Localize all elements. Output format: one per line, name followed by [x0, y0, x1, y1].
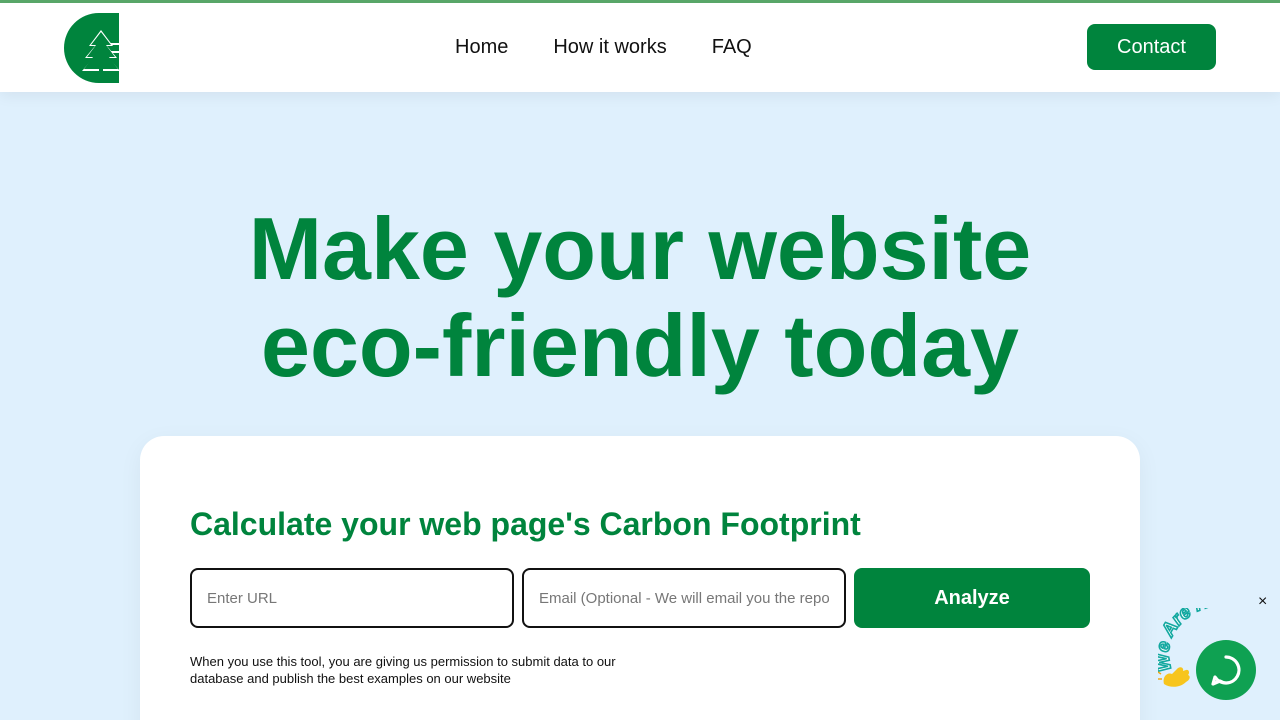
hero-title-line1: Make your website: [248, 199, 1032, 298]
disclaimer-text: When you use this tool, you are giving u…: [190, 654, 616, 686]
site-header: Home How it works FAQ Contact: [0, 3, 1280, 92]
calculator-card: Calculate your web page's Carbon Footpri…: [140, 436, 1140, 720]
url-input[interactable]: [190, 568, 514, 628]
analyze-button[interactable]: Analyze: [854, 568, 1090, 628]
nav-faq[interactable]: FAQ: [712, 35, 752, 59]
chat-open-button[interactable]: [1196, 640, 1256, 700]
hero-title-line2: eco-friendly today: [261, 296, 1019, 395]
nav-how-it-works[interactable]: How it works: [553, 35, 666, 59]
chat-bubble-icon: [1211, 655, 1241, 686]
hero-title: Make your website eco-friendly today: [0, 200, 1280, 394]
email-input[interactable]: [522, 568, 846, 628]
nav-home[interactable]: Home: [455, 35, 508, 59]
contact-button[interactable]: Contact: [1087, 24, 1216, 70]
logo-icon[interactable]: [64, 13, 120, 83]
calculator-title: Calculate your web page's Carbon Footpri…: [190, 506, 861, 542]
main-nav: Home How it works FAQ: [455, 35, 752, 59]
